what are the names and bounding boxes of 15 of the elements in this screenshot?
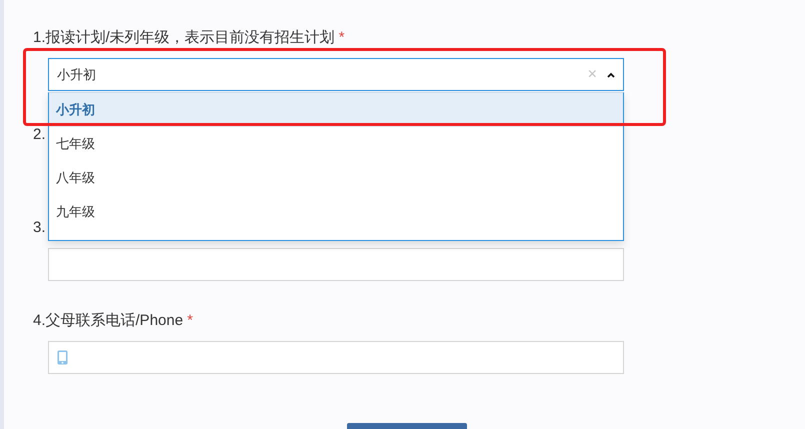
dropdown-option[interactable]: 小升初 [49,93,623,127]
question-text: 4.父母联系电话/Phone [33,312,184,329]
question-text: 3. [33,219,46,236]
input-field[interactable] [48,248,624,281]
required-mark: * [187,312,193,329]
grade-select[interactable]: 小升初 × [48,58,624,91]
question-text: 1.报读计划/未列年级，表示目前没有招生计划 [33,29,335,46]
dropdown-option[interactable]: 七年级 [49,127,623,161]
question-text: 2. [33,126,46,143]
required-mark: * [338,29,345,46]
caret-up-icon[interactable] [607,72,615,78]
dropdown-option[interactable]: 九年级 [49,195,623,229]
phone-field[interactable] [48,341,624,374]
phone-icon [57,350,68,365]
dropdown-option[interactable]: 八年级 [49,161,623,195]
